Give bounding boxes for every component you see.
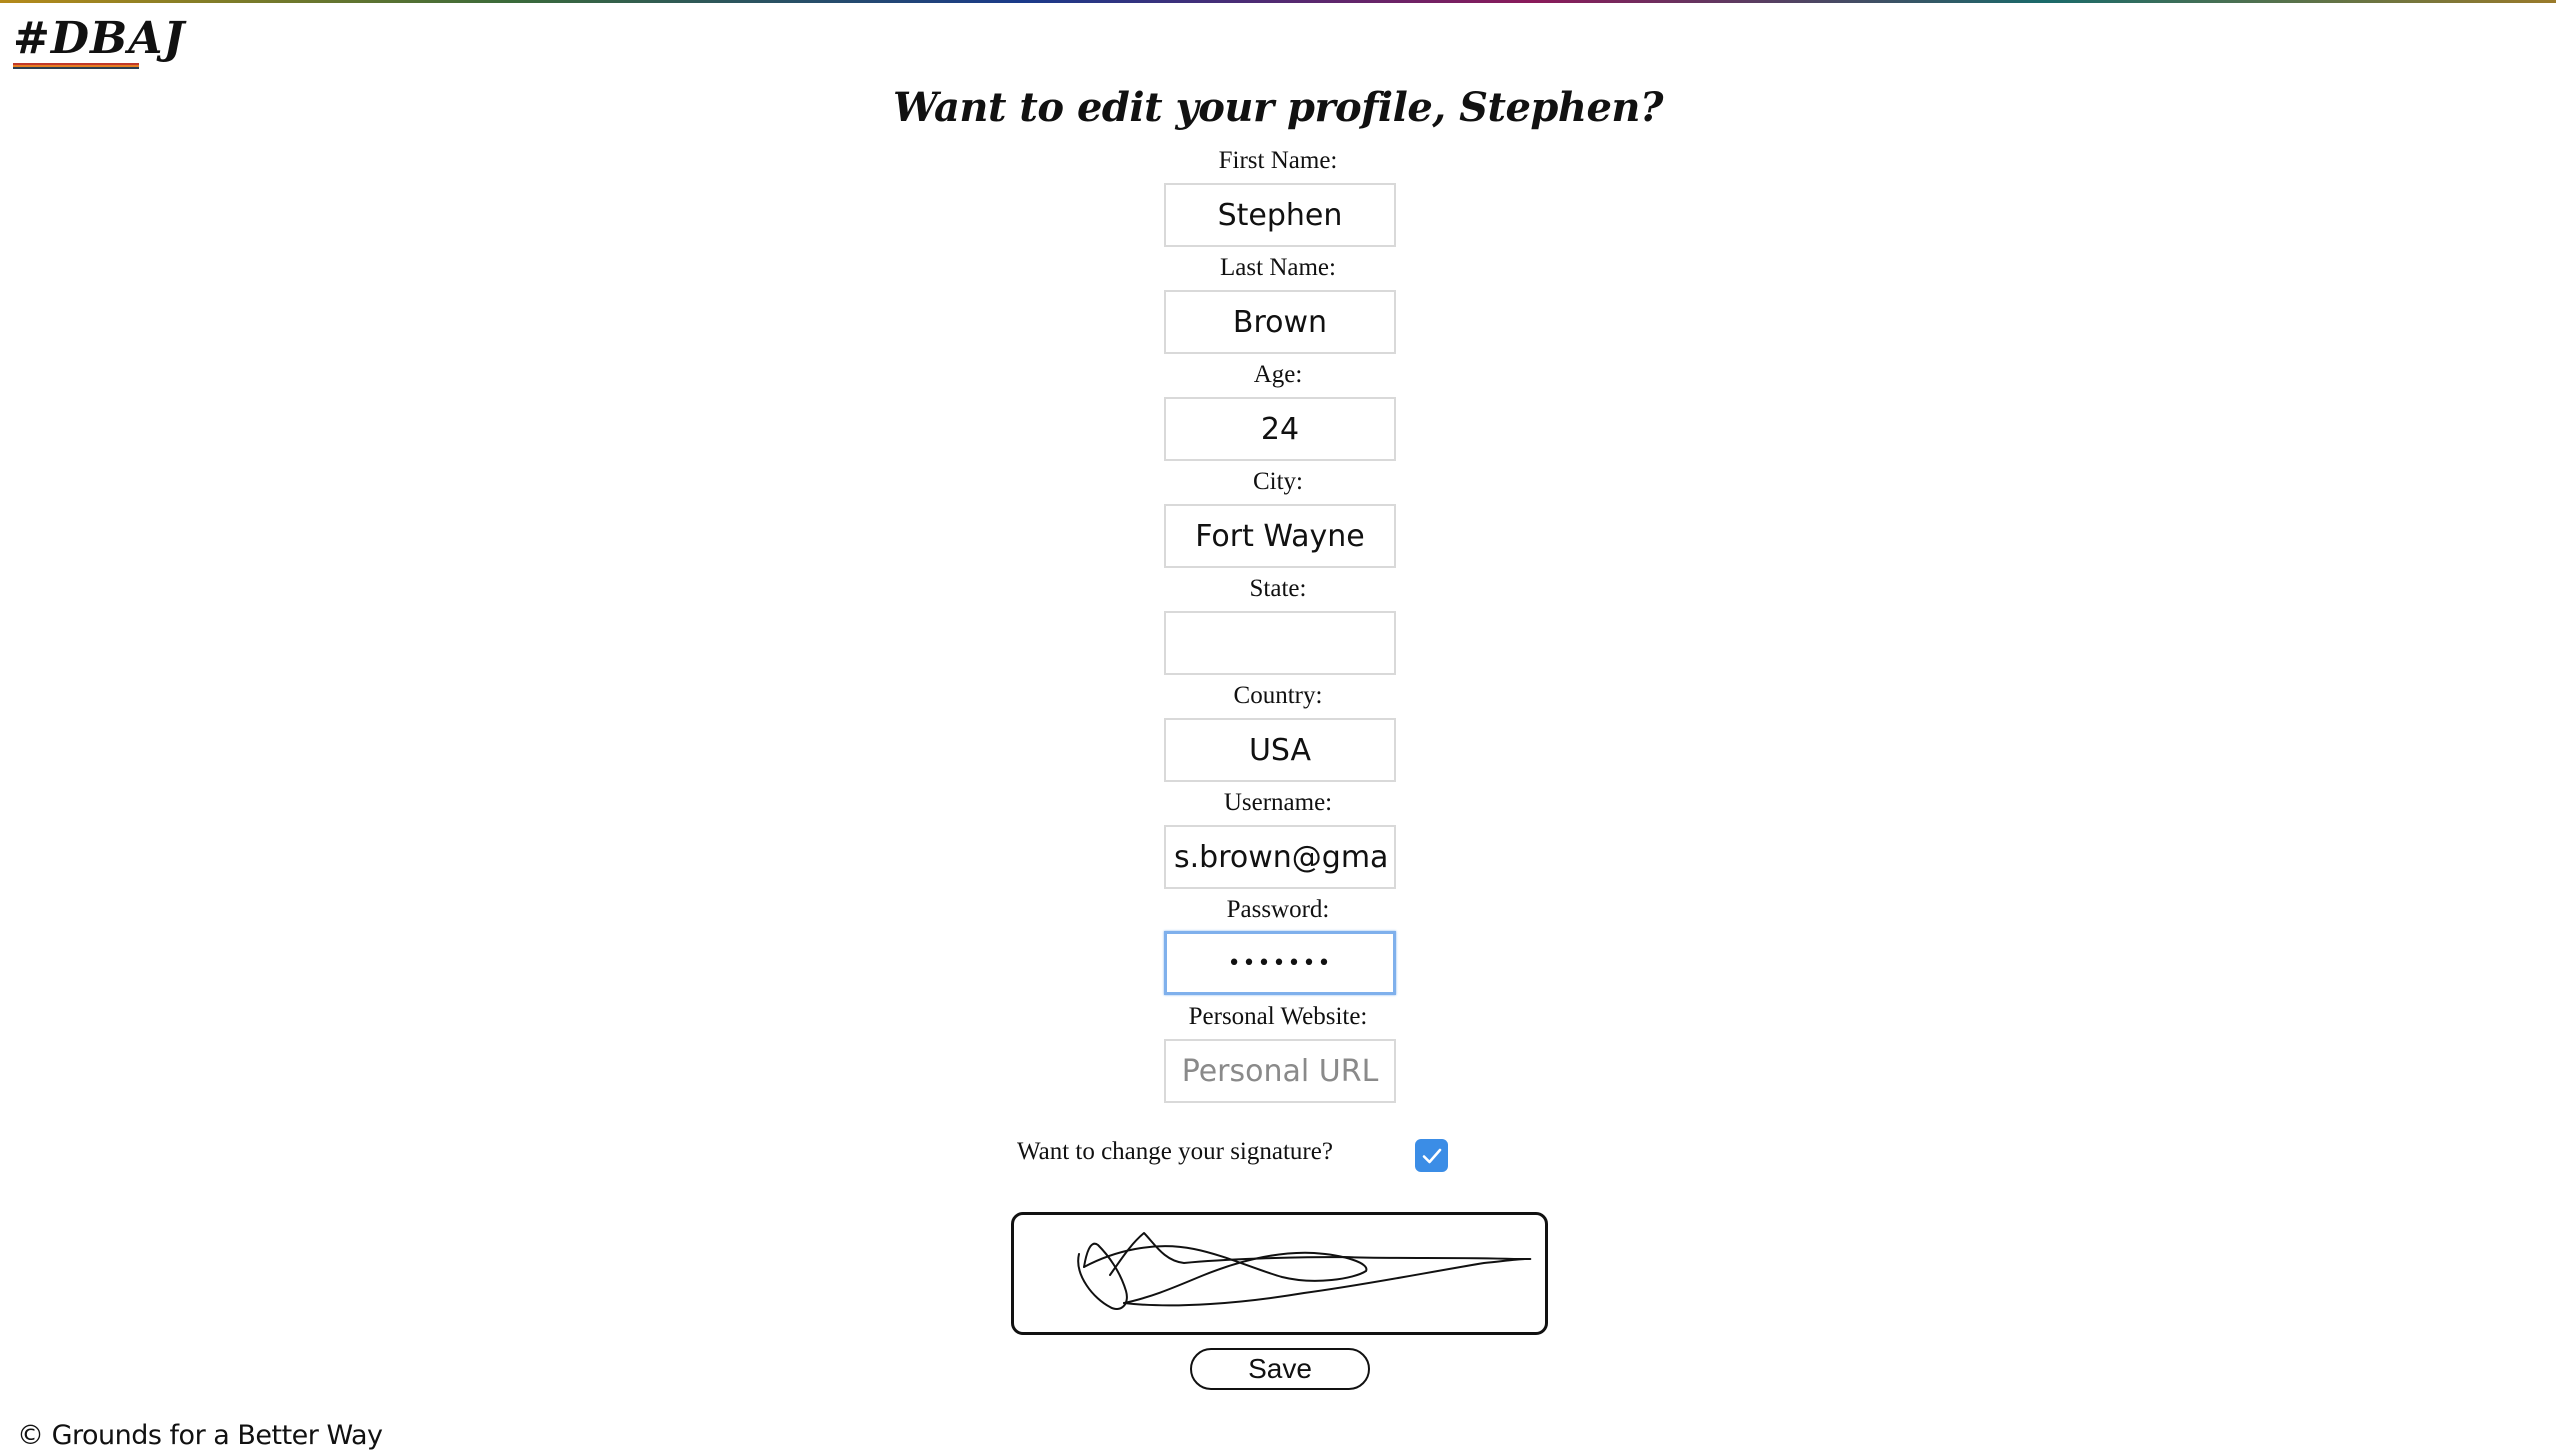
state-label: State: (1249, 575, 1307, 602)
change-signature-checkbox[interactable] (1415, 1139, 1448, 1172)
state-input[interactable] (1164, 611, 1396, 675)
page-title: Want to edit your profile, Stephen? (893, 84, 1663, 131)
password-input[interactable] (1164, 931, 1396, 995)
last-name-label: Last Name: (1220, 254, 1336, 281)
personal-website-label: Personal Website: (1188, 1003, 1368, 1030)
top-color-stripe (0, 0, 2556, 3)
site-logo[interactable]: #DBAJ (13, 14, 185, 64)
age-label: Age: (1253, 361, 1303, 388)
age-input[interactable] (1164, 397, 1396, 461)
save-button[interactable]: Save (1190, 1348, 1370, 1390)
city-input[interactable] (1164, 504, 1396, 568)
first-name-input[interactable] (1164, 183, 1396, 247)
country-input[interactable] (1164, 718, 1396, 782)
username-label: Username: (1223, 789, 1333, 816)
personal-website-input[interactable] (1164, 1039, 1396, 1103)
footer-copyright: © Grounds for a Better Way (17, 1420, 383, 1451)
first-name-label: First Name: (1218, 147, 1338, 174)
password-label: Password: (1226, 896, 1330, 923)
signature-pad[interactable] (1011, 1212, 1548, 1335)
username-input[interactable] (1164, 825, 1396, 889)
city-label: City: (1252, 468, 1303, 495)
logo-underline (13, 63, 139, 70)
signature-drawing (1077, 1232, 1532, 1310)
signature-question-label: Want to change your signature? (1017, 1138, 1333, 1165)
country-label: Country: (1233, 682, 1323, 709)
last-name-input[interactable] (1164, 290, 1396, 354)
checkmark-icon (1422, 1148, 1441, 1163)
